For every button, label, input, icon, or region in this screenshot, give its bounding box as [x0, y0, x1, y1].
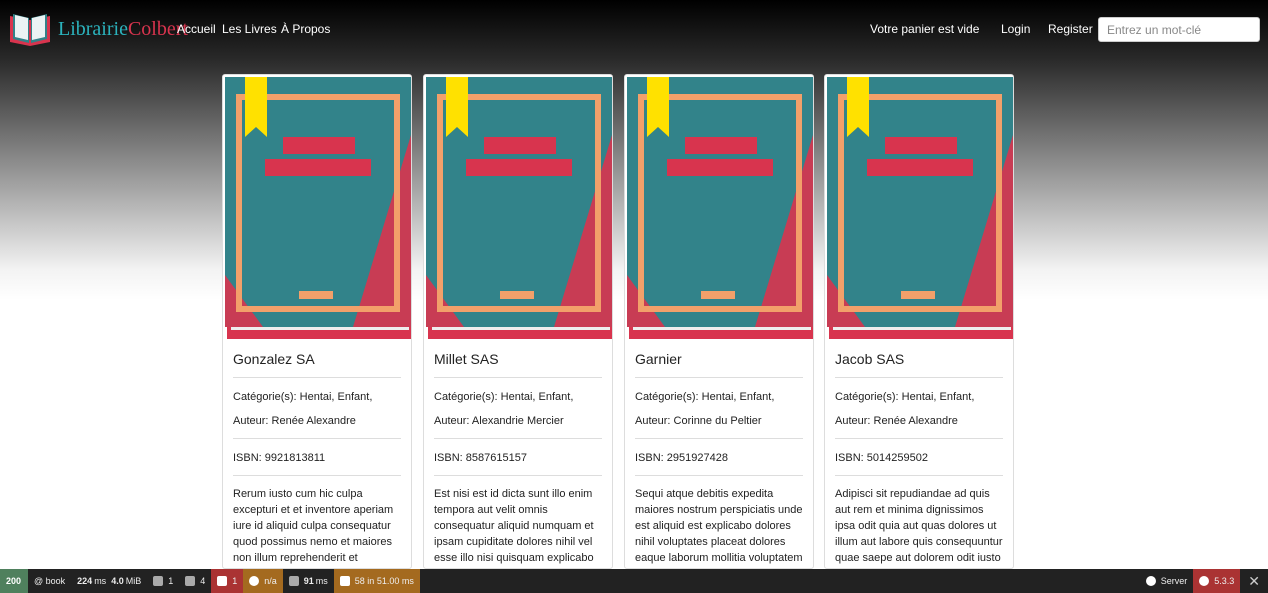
errors-panel[interactable]: 1 [211, 569, 244, 593]
book-description: Rerum iusto cum hic culpa excepturi et e… [233, 488, 394, 564]
database-icon [339, 576, 350, 586]
book-cover-image [625, 75, 813, 343]
divider [635, 438, 803, 439]
book-logo-icon [10, 14, 50, 46]
book-categories: Catégorie(s): Hentai, Enfant, [434, 391, 574, 403]
book-title[interactable]: Garnier [635, 351, 682, 367]
book-isbn: ISBN: 2951927428 [635, 452, 728, 464]
symfony-version: 5.3.3 [1214, 576, 1235, 586]
navbar: LibrairieColbert Accueil Les Livres À Pr… [0, 0, 1268, 58]
book-categories: Catégorie(s): Hentai, Enfant, [635, 391, 775, 403]
book-description: Sequi atque debitis expedita maiores nos… [635, 488, 803, 564]
request-time-unit: ms [94, 576, 107, 586]
divider [635, 475, 803, 476]
memory-unit: MiB [125, 576, 142, 586]
performance-panel[interactable]: 224 ms 4.0 MiB [71, 569, 147, 593]
divider [233, 438, 401, 439]
book-author: Auteur: Corinne du Peltier [635, 415, 762, 427]
translation-icon [217, 576, 228, 586]
errors-count: 1 [232, 576, 238, 586]
logs-icon [185, 576, 196, 586]
server-panel[interactable]: Server [1140, 569, 1194, 593]
brand-name: LibrairieColbert [58, 18, 188, 41]
db-queries: 58 in 51.00 ms [354, 576, 414, 586]
twig-time: 91 [303, 576, 314, 586]
book-card[interactable]: Jacob SAS Catégorie(s): Hentai, Enfant, … [824, 74, 1014, 569]
book-card[interactable]: Gonzalez SA Catégorie(s): Hentai, Enfant… [222, 74, 412, 569]
book-author: Auteur: Alexandrie Mercier [434, 415, 564, 427]
divider [434, 377, 602, 378]
brand-link[interactable]: LibrairieColbert [8, 10, 188, 48]
database-panel[interactable]: 58 in 51.00 ms [333, 569, 420, 593]
book-author: Auteur: Renée Alexandre [835, 415, 958, 427]
route-name[interactable]: @ book [28, 569, 71, 593]
symfony-logo-icon [1199, 576, 1210, 586]
user-status: n/a [264, 576, 277, 586]
book-isbn: ISBN: 8587615157 [434, 452, 527, 464]
divider [233, 475, 401, 476]
book-title[interactable]: Millet SAS [434, 351, 499, 367]
security-panel[interactable]: n/a [243, 569, 283, 593]
divider [835, 377, 1003, 378]
search-input[interactable] [1098, 17, 1260, 42]
logs-count: 4 [200, 576, 206, 586]
nav-books[interactable]: Les Livres [222, 22, 277, 36]
user-icon [249, 576, 260, 586]
nav-about[interactable]: À Propos [281, 22, 330, 36]
book-description: Adipisci sit repudiandae ad quis aut rem… [835, 488, 1003, 564]
memory-usage: 4.0 [111, 576, 124, 586]
close-icon[interactable]: ✕ [1240, 573, 1268, 590]
forms-panel[interactable]: 1 [147, 569, 179, 593]
book-cover-image [223, 75, 411, 343]
symfony-icon [1145, 576, 1156, 586]
toolbar-right: Server 5.3.3 ✕ [1140, 569, 1268, 593]
forms-count: 1 [168, 576, 174, 586]
cart-link[interactable]: Votre panier est vide [870, 22, 979, 36]
nav-home[interactable]: Accueil [177, 22, 216, 36]
divider [635, 377, 803, 378]
divider [835, 475, 1003, 476]
twig-time-unit: ms [315, 576, 328, 586]
clipboard-icon [153, 576, 164, 586]
book-isbn: ISBN: 5014259502 [835, 452, 928, 464]
logs-panel[interactable]: 4 [179, 569, 211, 593]
brand-name-part1: Librairie [58, 17, 128, 40]
divider [835, 438, 1003, 439]
book-categories: Catégorie(s): Hentai, Enfant, [233, 391, 373, 403]
request-time: 224 [77, 576, 93, 586]
divider [233, 377, 401, 378]
twig-icon [288, 576, 299, 586]
book-title[interactable]: Jacob SAS [835, 351, 904, 367]
divider [434, 438, 602, 439]
debug-toolbar: 200 @ book 224 ms 4.0 MiB 1 4 1 n/a 91 m… [0, 569, 1268, 593]
server-label: Server [1160, 576, 1188, 586]
twig-panel[interactable]: 91 ms [283, 569, 334, 593]
book-cover-image [825, 75, 1013, 343]
book-card[interactable]: Millet SAS Catégorie(s): Hentai, Enfant,… [423, 74, 613, 569]
book-description: Est nisi est id dicta sunt illo enim tem… [434, 488, 594, 564]
login-link[interactable]: Login [1001, 22, 1030, 36]
register-link[interactable]: Register [1048, 22, 1093, 36]
version-panel[interactable]: 5.3.3 [1193, 569, 1241, 593]
book-categories: Catégorie(s): Hentai, Enfant, [835, 391, 975, 403]
book-title[interactable]: Gonzalez SA [233, 351, 315, 367]
book-cover-image [424, 75, 612, 343]
status-code[interactable]: 200 [0, 569, 28, 593]
divider [434, 475, 602, 476]
book-card[interactable]: Garnier Catégorie(s): Hentai, Enfant, Au… [624, 74, 814, 569]
book-author: Auteur: Renée Alexandre [233, 415, 356, 427]
book-isbn: ISBN: 9921813811 [233, 452, 326, 464]
